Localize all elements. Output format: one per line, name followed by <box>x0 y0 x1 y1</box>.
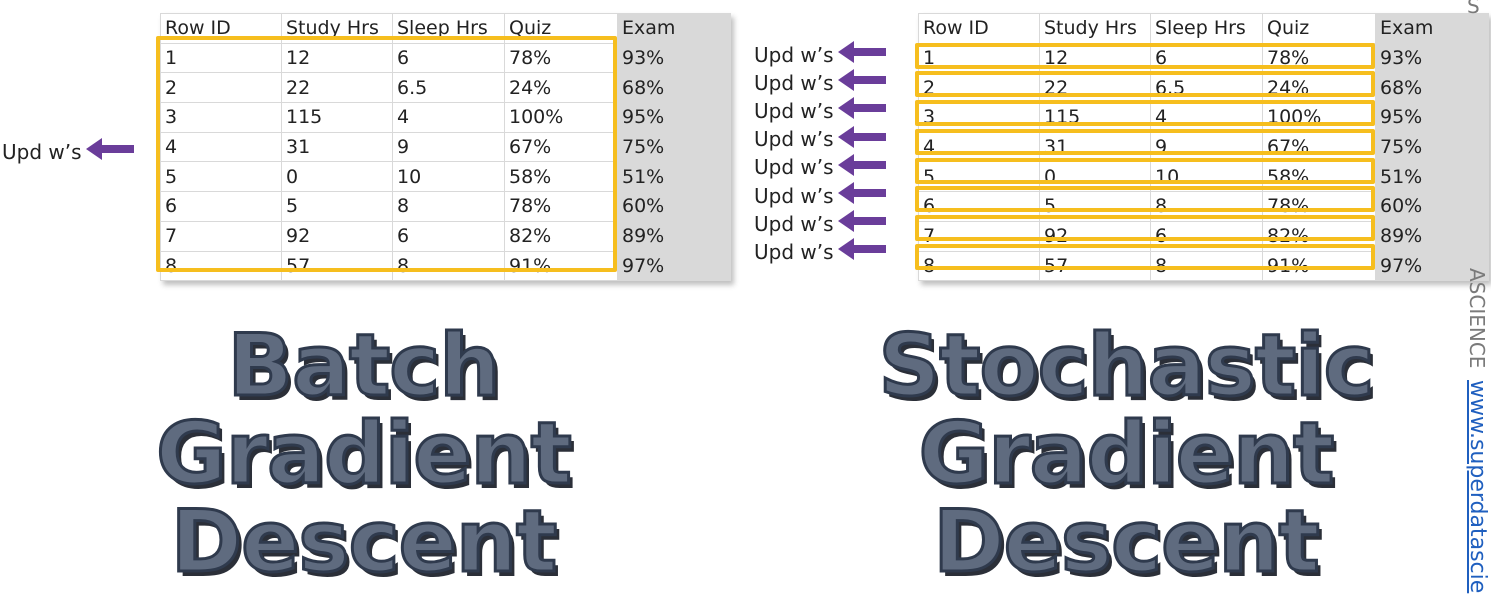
update-weights-label: Upd w’s <box>754 127 834 152</box>
update-weights-label: Upd w’s <box>754 70 834 95</box>
row-highlight-box <box>915 186 1375 213</box>
update-weights-label: Upd w’s <box>754 239 834 264</box>
row-highlight-box <box>915 100 1375 127</box>
update-weights-label: Upd w’s <box>754 155 834 180</box>
side-brand-text: ASCIENCE <box>1465 268 1489 369</box>
stochastic-update-annotation: Upd w’s <box>754 153 888 182</box>
update-weights-label: Upd w’s <box>2 139 82 164</box>
left-arrow-icon <box>837 209 888 238</box>
stochastic-update-annotation: Upd w’s <box>754 68 888 97</box>
title-line: Stochastic <box>877 316 1376 416</box>
table-cell: 97% <box>617 251 731 282</box>
batch-panel: Row ID Study Hrs Sleep Hrs Quiz Exam 1 12… <box>156 13 731 282</box>
table-cell: 89% <box>1375 221 1489 252</box>
table-cell: 60% <box>617 191 731 222</box>
row-highlight-box <box>915 128 1375 155</box>
stochastic-update-annotation: Upd w’s <box>754 209 888 238</box>
row-highlight-box <box>915 214 1375 241</box>
stochastic-update-annotation: Upd w’s <box>754 181 888 210</box>
left-arrow-icon <box>837 40 888 69</box>
side-url-link[interactable]: www.superdatascie <box>1465 380 1490 593</box>
table-cell: 93% <box>617 43 731 74</box>
header-study-hrs: Study Hrs <box>1039 13 1151 44</box>
header-exam: Exam <box>617 13 731 44</box>
update-weights-label: Upd w’s <box>754 98 834 123</box>
stochastic-gradient-descent-title: Stochastic Gradient Descent <box>826 316 1426 592</box>
left-arrow-icon <box>837 68 888 97</box>
stochastic-update-annotation: Upd w’s <box>754 40 888 69</box>
table-cell: 51% <box>1375 161 1489 193</box>
table-cell: 93% <box>1375 43 1489 74</box>
stochastic-update-annotation: Upd w’s <box>754 125 888 154</box>
left-arrow-icon <box>837 96 888 125</box>
row-highlight-box <box>915 243 1375 270</box>
left-arrow-icon <box>837 125 888 154</box>
batch-gradient-descent-title: Batch Gradient Descent <box>0 316 727 592</box>
table-cell: 75% <box>617 132 731 163</box>
row-highlight-box <box>915 42 1375 69</box>
title-line: Batch <box>226 316 502 416</box>
row-highlight-box <box>915 157 1375 184</box>
table-cell: 68% <box>617 72 731 104</box>
update-weights-label: Upd w’s <box>754 42 834 67</box>
table-cell: 51% <box>617 161 731 193</box>
table-cell: 75% <box>1375 132 1489 163</box>
stochastic-update-annotation: Upd w’s <box>754 237 888 266</box>
left-arrow-icon <box>837 181 888 210</box>
update-weights-label: Upd w’s <box>754 211 834 236</box>
left-arrow-icon <box>85 137 136 166</box>
stochastic-update-annotation: Upd w’s <box>754 96 888 125</box>
header-quiz: Quiz <box>1262 13 1376 44</box>
title-line: Gradient <box>155 404 574 504</box>
table-cell: 95% <box>617 102 731 133</box>
header-row-id: Row ID <box>918 13 1040 44</box>
title-line: Descent <box>932 492 1322 592</box>
table-cell: 60% <box>1375 191 1489 222</box>
update-weights-label: Upd w’s <box>754 183 834 208</box>
title-line: Descent <box>169 492 559 592</box>
batch-update-annotation: Upd w’s <box>2 137 136 166</box>
table-cell: 68% <box>1375 72 1489 104</box>
left-arrow-icon <box>837 153 888 182</box>
row-highlight-box <box>915 71 1375 98</box>
table-cell: 89% <box>617 221 731 252</box>
batch-highlight-box <box>156 36 617 272</box>
side-brand-fragment: S <box>1467 0 1480 18</box>
table-header-row: Row ID Study Hrs Sleep Hrs Quiz Exam <box>918 13 1489 44</box>
header-sleep-hrs: Sleep Hrs <box>1150 13 1263 44</box>
left-arrow-icon <box>837 237 888 266</box>
stochastic-panel: Row ID Study Hrs Sleep Hrs Quiz Exam 1 12… <box>915 13 1489 282</box>
table-cell: 95% <box>1375 102 1489 133</box>
title-line: Gradient <box>917 404 1336 504</box>
